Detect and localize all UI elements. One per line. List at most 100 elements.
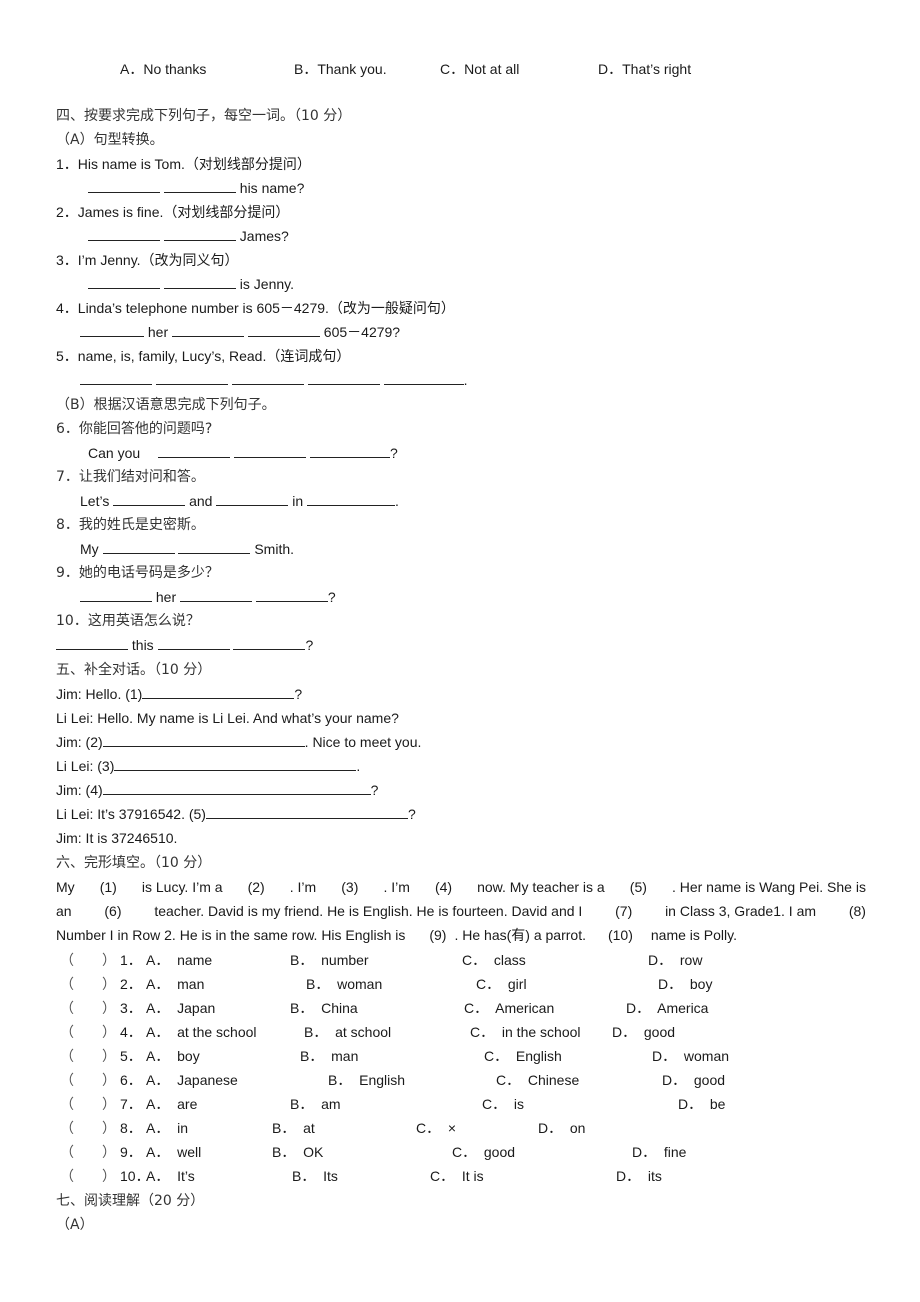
answer-slot[interactable] xyxy=(72,1095,102,1113)
option-a[interactable]: A． boy xyxy=(146,1047,200,1065)
s4-a4: her 605－4279? xyxy=(80,323,400,341)
answer-blank[interactable] xyxy=(178,540,251,554)
answer-blank[interactable] xyxy=(231,371,304,385)
answer-blank[interactable] xyxy=(155,371,228,385)
prev-option-c: C．Not at all xyxy=(440,61,520,77)
option-b[interactable]: B． number xyxy=(290,951,369,969)
passage-text: . I’m xyxy=(383,879,410,895)
option-c[interactable]: C． It is xyxy=(430,1167,484,1185)
answer-blank[interactable] xyxy=(88,275,160,289)
answer-word: in xyxy=(292,493,304,509)
option-b[interactable]: B． am xyxy=(290,1095,341,1113)
option-b[interactable]: B． at school xyxy=(304,1023,391,1041)
answer-blank[interactable] xyxy=(102,781,371,795)
option-b[interactable]: B． OK xyxy=(272,1143,323,1161)
section6-title: 六、完形填空。（10 分） xyxy=(56,855,212,871)
option-c[interactable]: C． class xyxy=(462,951,526,969)
answer-slot[interactable] xyxy=(72,999,102,1017)
option-d[interactable]: D． be xyxy=(678,1095,725,1113)
option-d[interactable]: D． good xyxy=(612,1023,675,1041)
answer-blank[interactable] xyxy=(80,588,152,602)
answer-blank[interactable] xyxy=(88,179,160,193)
option-d[interactable]: D． on xyxy=(538,1119,585,1137)
answer-blank[interactable] xyxy=(102,733,305,747)
answer-blank[interactable] xyxy=(307,492,396,506)
answer-blank[interactable] xyxy=(172,323,245,337)
answer-blank[interactable] xyxy=(205,805,408,819)
option-b[interactable]: B． man xyxy=(300,1047,358,1065)
answer-slot[interactable] xyxy=(72,1167,102,1185)
option-a[interactable]: A． It’s xyxy=(146,1167,195,1185)
answer-blank[interactable] xyxy=(56,636,128,650)
option-a[interactable]: A． name xyxy=(146,951,212,969)
option-d[interactable]: D． woman xyxy=(652,1047,729,1065)
option-c[interactable]: C． × xyxy=(416,1119,456,1137)
answer-blank[interactable] xyxy=(255,588,328,602)
option-c[interactable]: C． American xyxy=(464,999,554,1017)
dialog-text: . Nice to meet you. xyxy=(304,734,422,750)
answer-word: My xyxy=(80,541,99,557)
answer-blank[interactable] xyxy=(88,227,160,241)
option-a[interactable]: A． man xyxy=(146,975,204,993)
option-d[interactable]: D． good xyxy=(662,1071,725,1089)
option-d[interactable]: D． boy xyxy=(658,975,712,993)
option-a[interactable]: A． Japanese xyxy=(146,1071,238,1089)
s4-q3: 3．I’m Jenny.（改为同义句） xyxy=(56,252,239,268)
option-c[interactable]: C． Chinese xyxy=(496,1071,579,1089)
answer-slot[interactable] xyxy=(72,975,102,993)
answer-tail: ? xyxy=(305,637,314,653)
answer-blank[interactable] xyxy=(163,179,236,193)
answer-blank[interactable] xyxy=(163,275,236,289)
option-a[interactable]: A． at the school xyxy=(146,1023,257,1041)
answer-tail: . xyxy=(463,372,468,388)
answer-blank[interactable] xyxy=(102,540,175,554)
cloze-passage-line-2: an (6) teacher. David is my friend. He i… xyxy=(56,902,866,920)
answer-blank[interactable] xyxy=(180,588,253,602)
s4-a8: My Smith. xyxy=(80,540,294,558)
answer-blank[interactable] xyxy=(113,492,186,506)
option-d[interactable]: D． fine xyxy=(632,1143,686,1161)
answer-blank[interactable] xyxy=(216,492,289,506)
s4-a7: Let’s and in . xyxy=(80,492,399,510)
option-a[interactable]: A． are xyxy=(146,1095,197,1113)
option-c[interactable]: C． in the school xyxy=(470,1023,581,1041)
answer-slot[interactable] xyxy=(72,1071,102,1089)
answer-blank[interactable] xyxy=(163,227,236,241)
option-c[interactable]: C． girl xyxy=(476,975,527,993)
option-d[interactable]: D． row xyxy=(648,951,702,969)
answer-blank[interactable] xyxy=(80,371,152,385)
option-c[interactable]: C． English xyxy=(484,1047,562,1065)
answer-blank[interactable] xyxy=(80,323,144,337)
blank-number: (2) xyxy=(247,879,265,895)
option-b[interactable]: B． Its xyxy=(292,1167,338,1185)
option-d[interactable]: D． America xyxy=(626,999,708,1017)
answer-blank[interactable] xyxy=(142,685,295,699)
answer-slot[interactable] xyxy=(72,1023,102,1041)
option-b[interactable]: B． woman xyxy=(306,975,382,993)
option-a[interactable]: A． in xyxy=(146,1119,188,1137)
option-b[interactable]: B． English xyxy=(328,1071,405,1089)
answer-blank[interactable] xyxy=(383,371,464,385)
answer-blank[interactable] xyxy=(309,444,390,458)
dialog-line-1: Jim: Hello. (1)? xyxy=(56,685,302,703)
answer-slot[interactable] xyxy=(72,1143,102,1161)
answer-blank[interactable] xyxy=(158,444,231,458)
option-c[interactable]: C． is xyxy=(482,1095,524,1113)
answer-slot[interactable] xyxy=(72,951,102,969)
option-c[interactable]: C． good xyxy=(452,1143,515,1161)
option-a[interactable]: A． well xyxy=(146,1143,201,1161)
answer-blank[interactable] xyxy=(157,636,230,650)
answer-blank[interactable] xyxy=(233,636,306,650)
s4-q9: 9．她的电话号码是多少？ xyxy=(56,565,219,581)
option-b[interactable]: B． at xyxy=(272,1119,315,1137)
answer-slot[interactable] xyxy=(72,1119,102,1137)
option-d[interactable]: D． its xyxy=(616,1167,662,1185)
answer-slot[interactable] xyxy=(72,1047,102,1065)
answer-blank[interactable] xyxy=(307,371,380,385)
option-a[interactable]: A． Japan xyxy=(146,999,215,1017)
answer-blank[interactable] xyxy=(247,323,320,337)
answer-blank[interactable] xyxy=(114,757,357,771)
answer-blank[interactable] xyxy=(234,444,307,458)
answer-word: her xyxy=(155,589,177,605)
option-b[interactable]: B． China xyxy=(290,999,358,1017)
